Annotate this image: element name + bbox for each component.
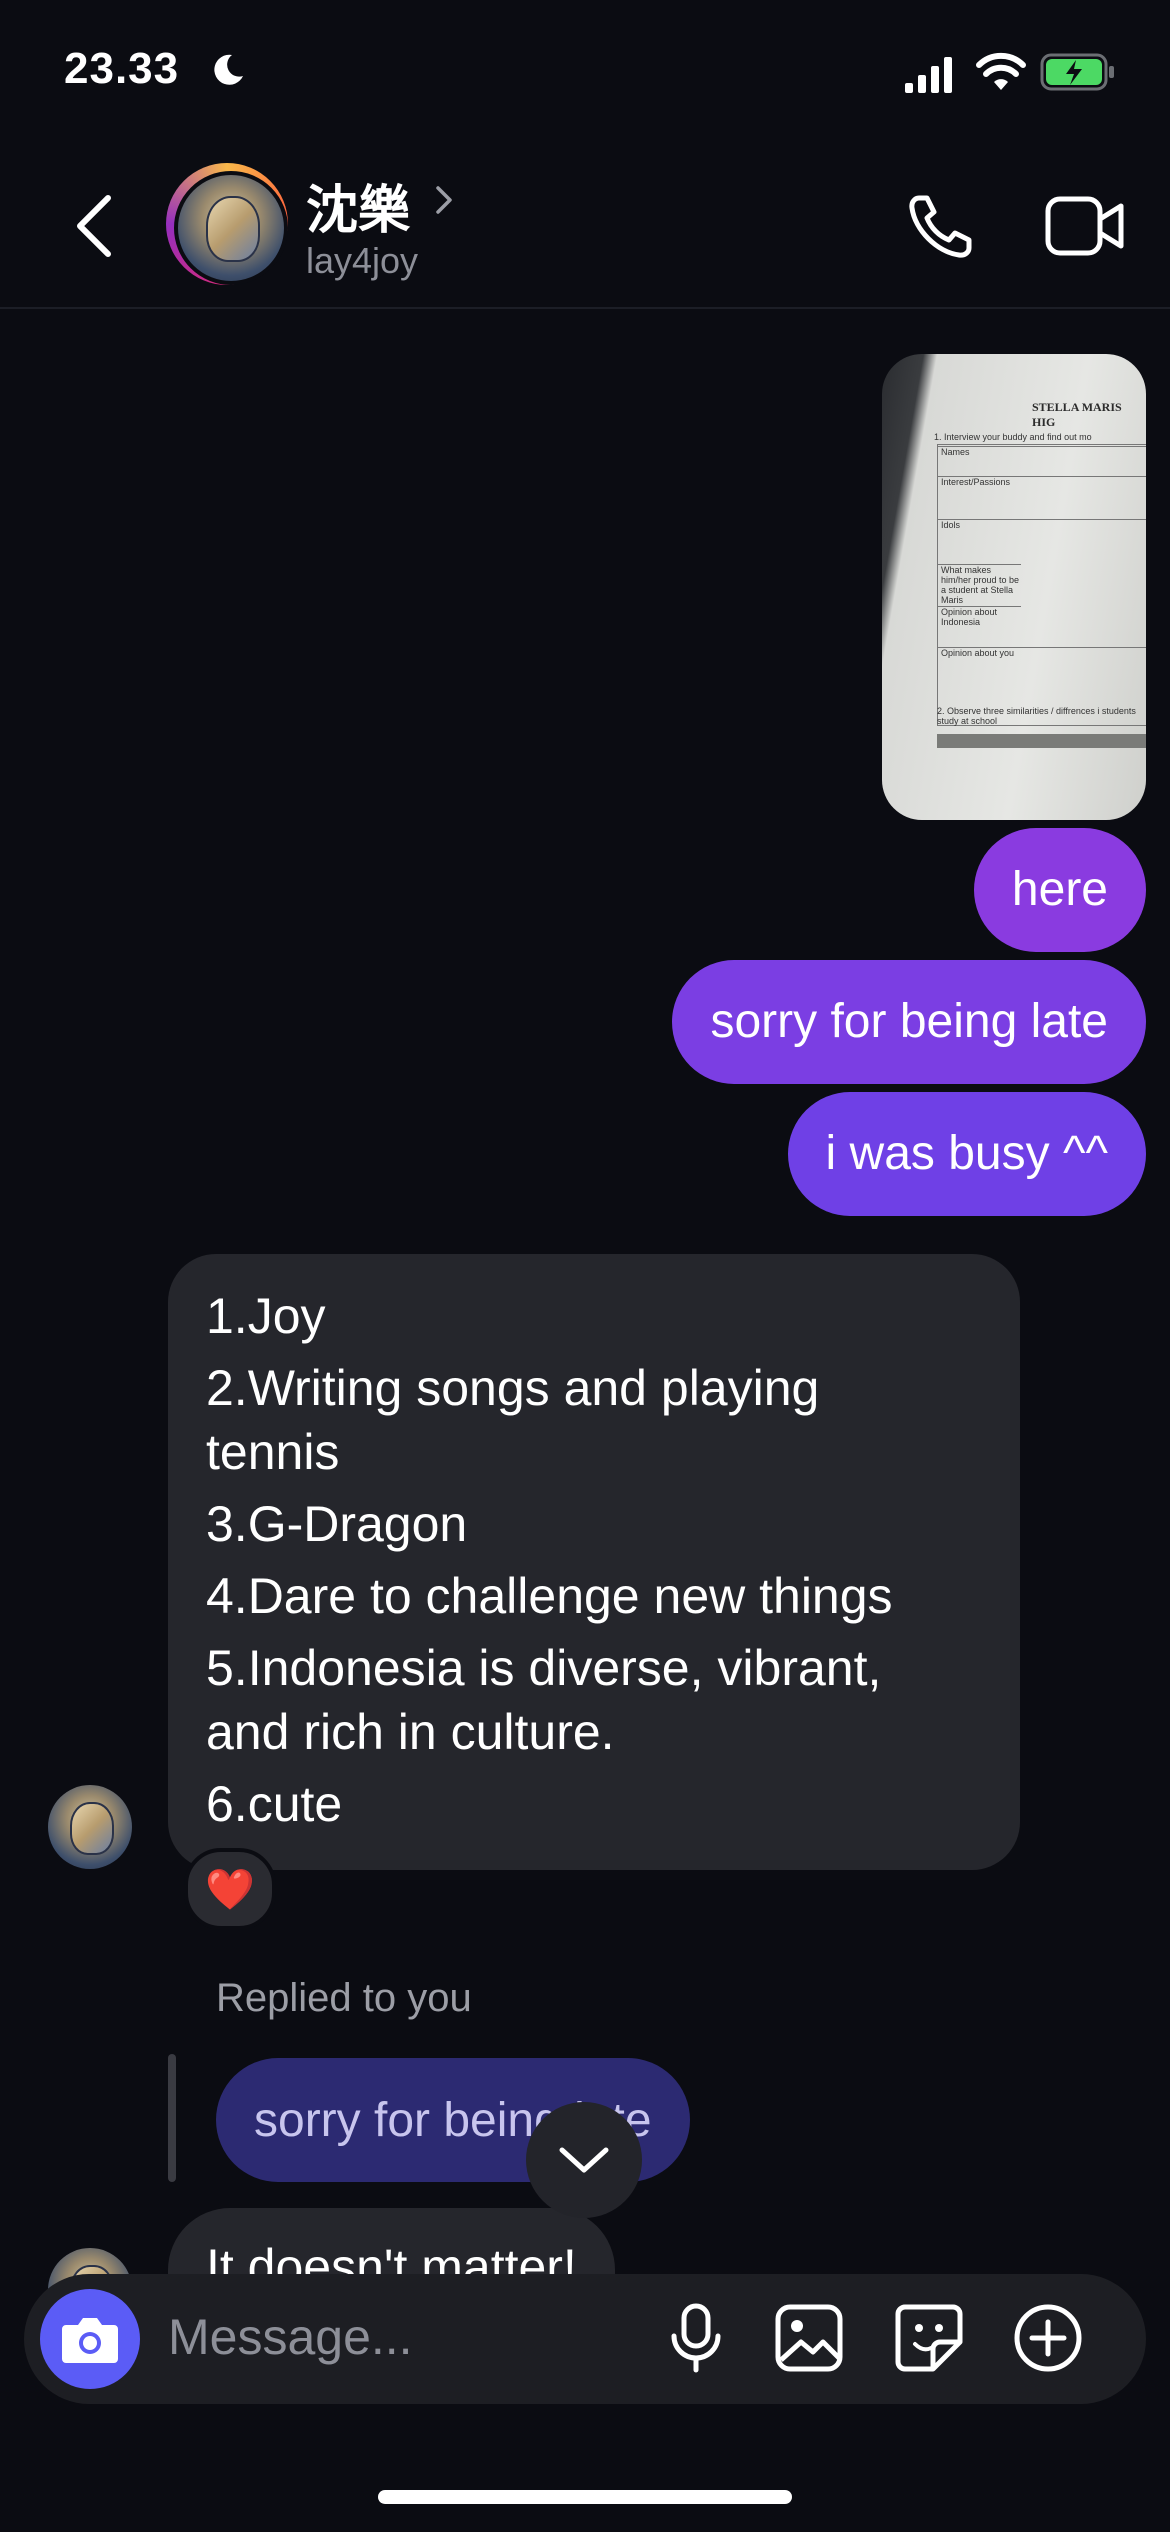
video-call-icon[interactable] <box>1045 193 1125 259</box>
message-line: 6.cute <box>206 1776 343 1832</box>
replied-label: Replied to you <box>216 1976 472 2020</box>
cellular-signal-icon <box>905 57 952 93</box>
contact-display-name[interactable]: 沈樂 <box>306 168 410 243</box>
heart-icon: ❤️ <box>205 1866 255 1913</box>
message-line: 4.Dare to challenge new things <box>206 1568 893 1624</box>
photo-prompt-1: 1. Interview your buddy and find out mo <box>934 432 1092 442</box>
message-line: and rich in culture. <box>206 1704 615 1760</box>
heart-reaction[interactable]: ❤️ <box>184 1848 276 1930</box>
sent-message[interactable]: here <box>973 828 1146 952</box>
home-indicator[interactable] <box>378 2490 792 2504</box>
sticker-icon[interactable] <box>893 2302 965 2374</box>
microphone-icon[interactable] <box>660 2302 732 2374</box>
worksheet-row: Names <box>937 446 1146 457</box>
camera-button[interactable] <box>40 2289 140 2389</box>
message-input[interactable]: Message... <box>168 2308 413 2366</box>
photo-prompt-2: 2. Observe three similarities / diffrenc… <box>937 706 1136 726</box>
reply-indicator-bar <box>168 2054 176 2182</box>
add-icon[interactable] <box>1012 2302 1084 2374</box>
back-chevron-icon[interactable] <box>70 190 120 262</box>
chevron-down-icon <box>559 2147 609 2173</box>
chevron-right-icon[interactable] <box>432 182 456 218</box>
camera-icon <box>62 2318 118 2363</box>
sender-avatar[interactable] <box>48 1785 132 1869</box>
received-message[interactable]: 1.Joy 2.Writing songs and playing tennis… <box>168 1254 1020 1870</box>
message-line: 3.G-Dragon <box>206 1496 468 1552</box>
message-line: 5.Indonesia is diverse, vibrant, <box>206 1640 882 1696</box>
sent-message[interactable]: i was busy ^^ <box>787 1092 1146 1216</box>
message-line: 2.Writing songs and playing <box>206 1360 820 1416</box>
moon-icon <box>214 54 243 85</box>
photo-message[interactable]: STELLA MARIS HIG 1. Interview your buddy… <box>882 354 1146 820</box>
gallery-icon[interactable] <box>773 2302 845 2374</box>
worksheet-row: Idols <box>937 519 1146 530</box>
status-time: 23.33 <box>64 44 180 93</box>
worksheet-row: Opinion about you <box>937 647 1146 658</box>
worksheet-row: Opinion about Indonesia <box>937 606 1021 627</box>
wifi-icon <box>976 52 1026 90</box>
message-line: tennis <box>206 1424 340 1480</box>
avatar[interactable] <box>174 171 288 285</box>
worksheet-row: What makes him/her proud to be a student… <box>937 564 1021 605</box>
contact-username[interactable]: lay4joy <box>306 240 418 282</box>
header-divider <box>0 307 1170 309</box>
phone-call-icon[interactable] <box>905 190 977 262</box>
scroll-to-bottom-button[interactable] <box>526 2102 642 2218</box>
worksheet-header-bar <box>937 734 1146 748</box>
battery-charging-icon <box>1040 53 1114 91</box>
sent-message[interactable]: sorry for being late <box>672 960 1146 1084</box>
worksheet-row: Interest/Passions <box>937 476 1146 487</box>
message-line: 1.Joy <box>206 1288 326 1344</box>
photo-title: STELLA MARIS HIG <box>1032 400 1122 429</box>
